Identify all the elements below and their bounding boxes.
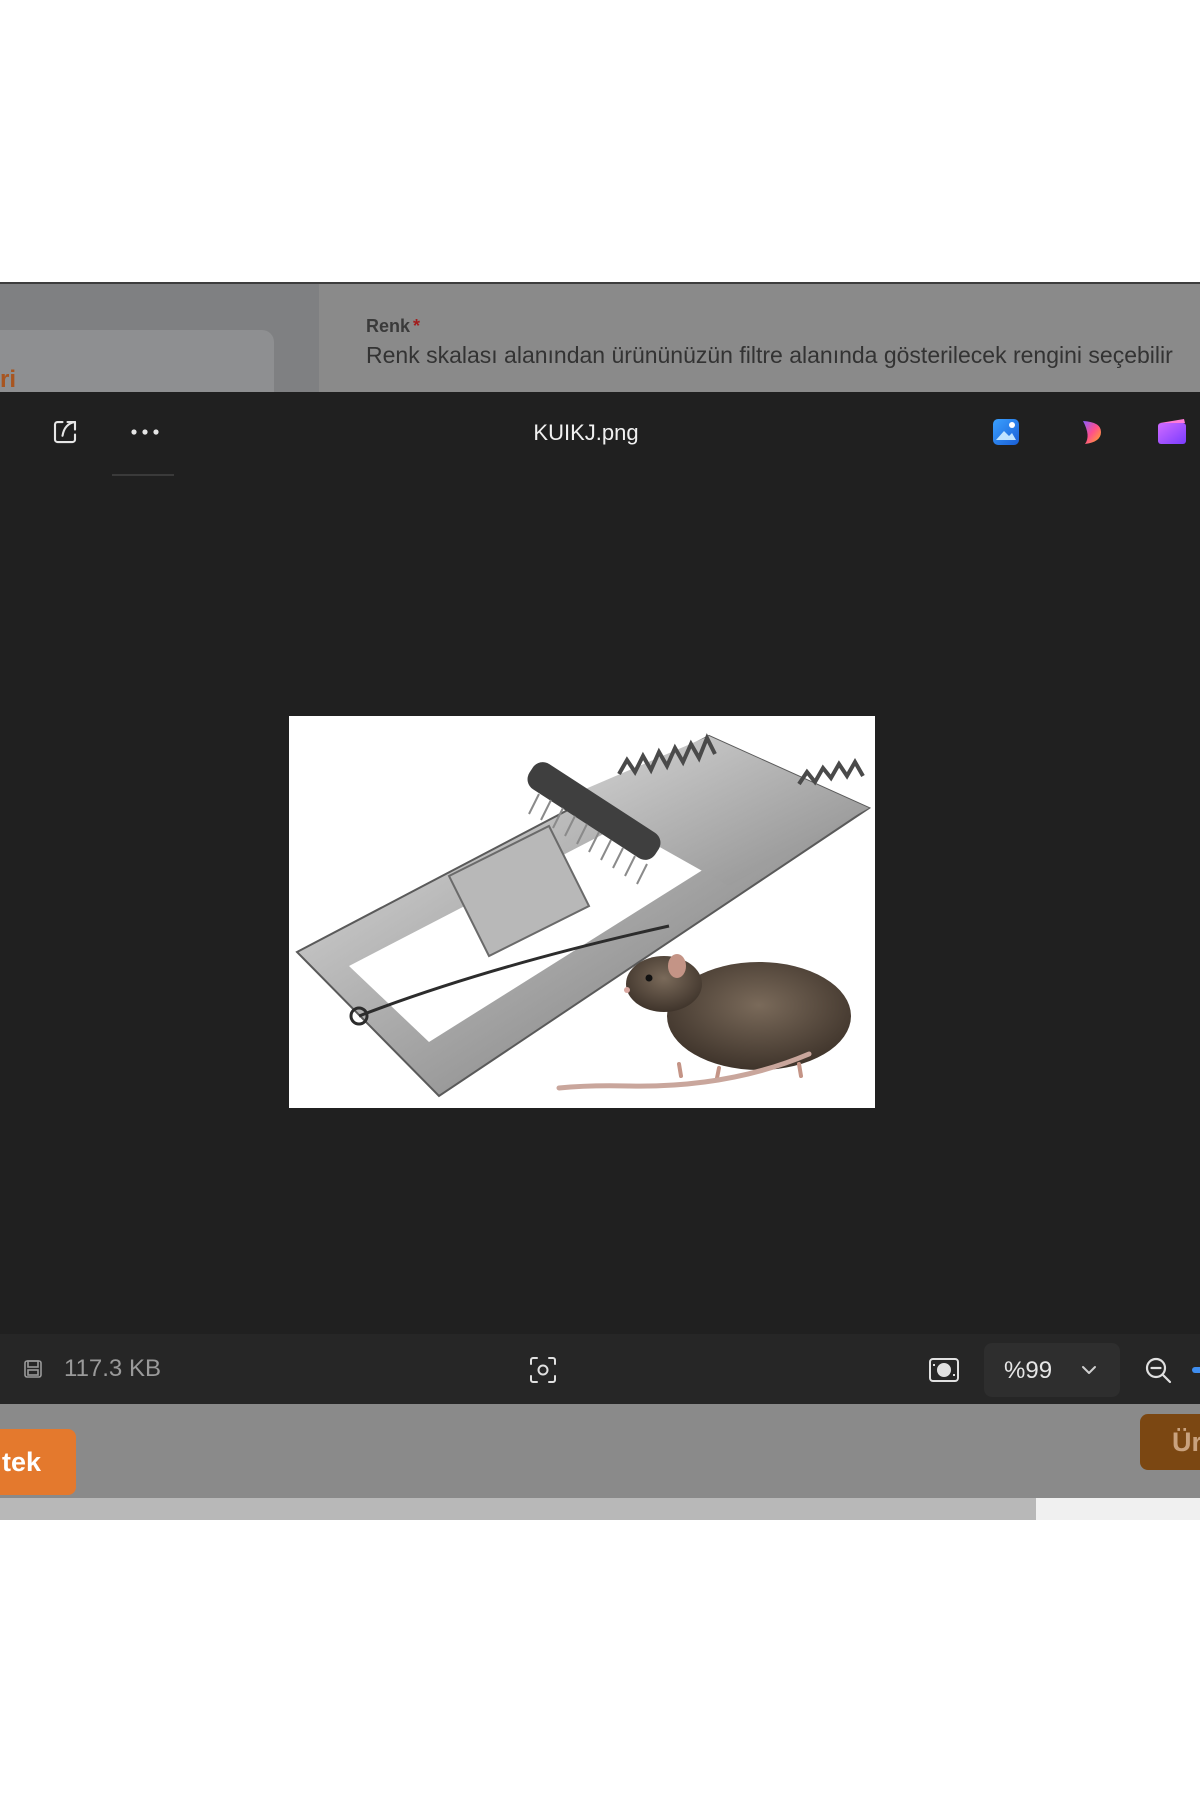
more-options-icon[interactable] <box>125 412 165 452</box>
mouse-trap-rat-image <box>289 716 875 1108</box>
file-size: 117.3 KB <box>64 1355 161 1382</box>
color-field-description: Renk skalası alanından ürününüzün filtre… <box>366 342 1173 368</box>
file-name-title: KUIKJ.png <box>533 420 639 445</box>
viewer-titlebar: KUIKJ.png <box>0 392 1200 478</box>
photos-editor-icon[interactable] <box>986 412 1026 452</box>
viewer-statusbar: 117.3 KB %99 <box>0 1334 1200 1404</box>
visual-search-icon[interactable] <box>524 1351 562 1389</box>
chevron-down-icon <box>1076 1357 1102 1383</box>
zoom-dropdown[interactable]: %99 <box>984 1343 1120 1397</box>
add-button[interactable]: tek <box>0 1429 76 1495</box>
copilot-icon[interactable] <box>1071 412 1111 452</box>
left-card-label: ri <box>0 366 17 393</box>
zoom-value: %99 <box>1004 1357 1053 1384</box>
tab-indicator <box>112 474 174 476</box>
required-marker: * <box>413 316 421 336</box>
color-field-label-text: Renk <box>366 316 411 336</box>
horizontal-scrollbar-thumb[interactable] <box>0 1498 1036 1520</box>
zoom-out-icon[interactable] <box>1138 1351 1178 1389</box>
displayed-image <box>289 716 875 1108</box>
clipchamp-icon[interactable] <box>1152 412 1192 452</box>
product-button[interactable]: Ür <box>1140 1414 1200 1470</box>
color-field-label: Renk * <box>366 316 420 337</box>
zoom-slider-thumb[interactable] <box>1192 1367 1200 1373</box>
photo-viewer-window: KUIKJ.png 117.3 KB %99 <box>0 392 1200 1404</box>
share-icon[interactable] <box>45 412 85 452</box>
screenshot: ri Renk * Renk skalası alanından ürününüz… <box>0 0 1200 1800</box>
save-icon <box>20 1356 46 1382</box>
left-card <box>0 330 274 400</box>
actual-size-icon[interactable] <box>924 1351 964 1389</box>
